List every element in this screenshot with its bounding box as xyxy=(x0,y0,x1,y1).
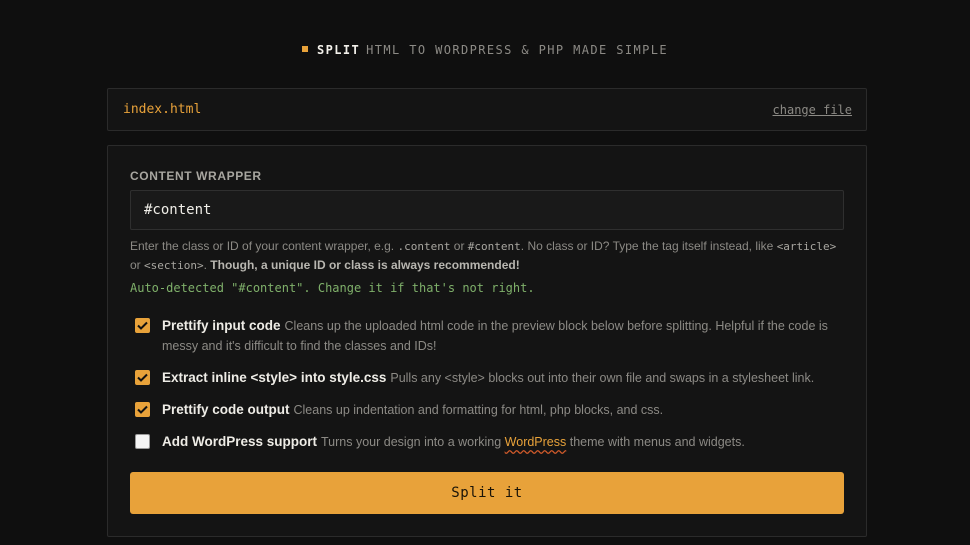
wordpress-link[interactable]: WordPress xyxy=(505,435,567,449)
brand-tagline: HTML TO WORDPRESS & PHP MADE SIMPLE xyxy=(366,43,668,57)
prettify-input-checkbox[interactable] xyxy=(135,318,150,333)
change-file-link[interactable]: change file xyxy=(773,103,852,117)
wordpress-support-checkbox[interactable] xyxy=(135,434,150,449)
content-wrapper-input[interactable] xyxy=(130,190,844,230)
brand-name: SPLIT xyxy=(317,43,361,57)
autodetect-message: Auto-detected "#content". Change it if t… xyxy=(130,281,535,295)
checkmark-icon xyxy=(137,373,148,382)
option-title: Prettify input code xyxy=(162,318,281,333)
brand-square-icon xyxy=(302,45,308,52)
option-prettify-input: Prettify input code Cleans up the uploade… xyxy=(130,316,844,356)
checkmark-icon xyxy=(137,405,148,414)
option-description-end: theme with menus and widgets. xyxy=(566,435,745,449)
extract-style-checkbox[interactable] xyxy=(135,370,150,385)
option-title: Prettify code output xyxy=(162,402,290,417)
option-description: Turns your design into a working xyxy=(321,435,505,449)
option-description: Pulls any <style> blocks out into their … xyxy=(390,371,815,385)
content-wrapper-help: Enter the class or ID of your content wr… xyxy=(130,239,837,272)
option-extract-style: Extract inline <style> into style.css Pul… xyxy=(130,368,844,388)
option-prettify-output: Prettify code output Cleans up indentatio… xyxy=(130,400,844,420)
checkmark-icon xyxy=(137,321,148,330)
split-button[interactable]: Split it xyxy=(130,472,844,514)
settings-panel: CONTENT WRAPPER Enter the class or ID of… xyxy=(107,145,867,537)
prettify-output-checkbox[interactable] xyxy=(135,402,150,417)
app-header: SPLIT HTML TO WORDPRESS & PHP MADE SIMPLE xyxy=(0,43,970,57)
option-title: Extract inline <style> into style.css xyxy=(162,370,387,385)
content-wrapper-label: CONTENT WRAPPER xyxy=(130,169,262,183)
option-description: Cleans up indentation and formatting for… xyxy=(293,403,664,417)
file-name: index.html xyxy=(123,102,202,117)
option-title: Add WordPress support xyxy=(162,434,318,449)
file-bar: index.html change file xyxy=(107,88,867,131)
option-wordpress-support: Add WordPress support Turns your design i… xyxy=(130,432,844,452)
